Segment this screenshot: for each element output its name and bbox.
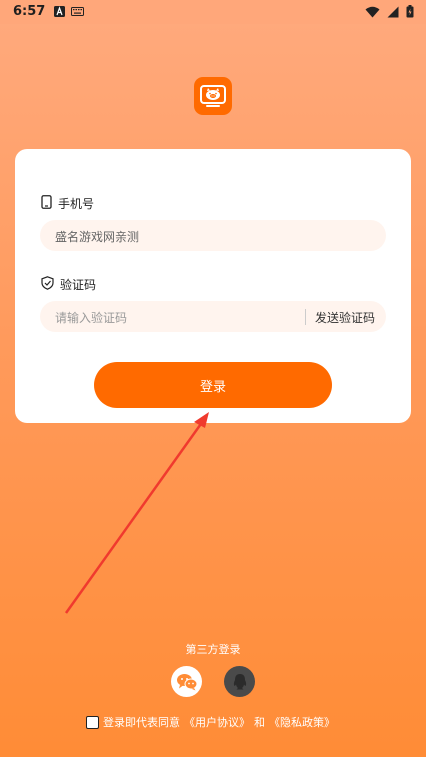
code-input[interactable]: 请输入验证码 发送验证码 [40,301,386,332]
phone-icon [41,195,52,212]
agreement-and: 和 [254,716,265,729]
code-label-row: 验证码 [41,276,96,293]
agreement-prefix: 登录即代表同意 [103,716,180,729]
signal-icon [387,6,399,22]
app-logo [194,77,232,115]
phone-input[interactable]: 盛名游戏网亲测 [40,220,386,251]
send-code-button[interactable]: 发送验证码 [315,309,375,326]
wechat-icon [176,673,197,690]
code-input-placeholder: 请输入验证码 [55,311,128,325]
font-app-icon [54,6,65,21]
battery-icon [406,5,414,22]
code-label: 验证码 [60,278,97,292]
tv-pig-icon [200,85,226,107]
keyboard-icon [71,6,84,21]
privacy-policy-link[interactable]: 《隐私政策》 [269,714,335,730]
status-time: 6:57 [13,4,46,19]
login-button[interactable]: 登录 [94,362,332,408]
login-card: 手机号 盛名游戏网亲测 验证码 请输入验证码 发送验证码 登录 [15,149,411,423]
status-bar: 6:57 [0,0,426,24]
phone-label-row: 手机号 [41,195,94,212]
qq-penguin-icon [233,673,246,689]
status-notification-icons [54,6,84,21]
wechat-login-button[interactable] [171,666,202,697]
status-system-icons [365,5,414,22]
code-field-divider [305,309,306,325]
shield-icon [41,276,54,293]
agreement-row: 登录即代表同意 《用户协议》 和 《隐私政策》 [86,714,339,730]
login-button-label: 登录 [199,379,226,395]
wifi-icon [365,6,380,22]
phone-input-value: 盛名游戏网亲测 [55,230,140,244]
qq-login-button[interactable] [224,666,255,697]
agreement-checkbox[interactable] [86,715,99,729]
phone-label: 手机号 [58,197,95,211]
third-party-title: 第三方登录 [185,643,241,656]
user-agreement-link[interactable]: 《用户协议》 [184,714,250,730]
